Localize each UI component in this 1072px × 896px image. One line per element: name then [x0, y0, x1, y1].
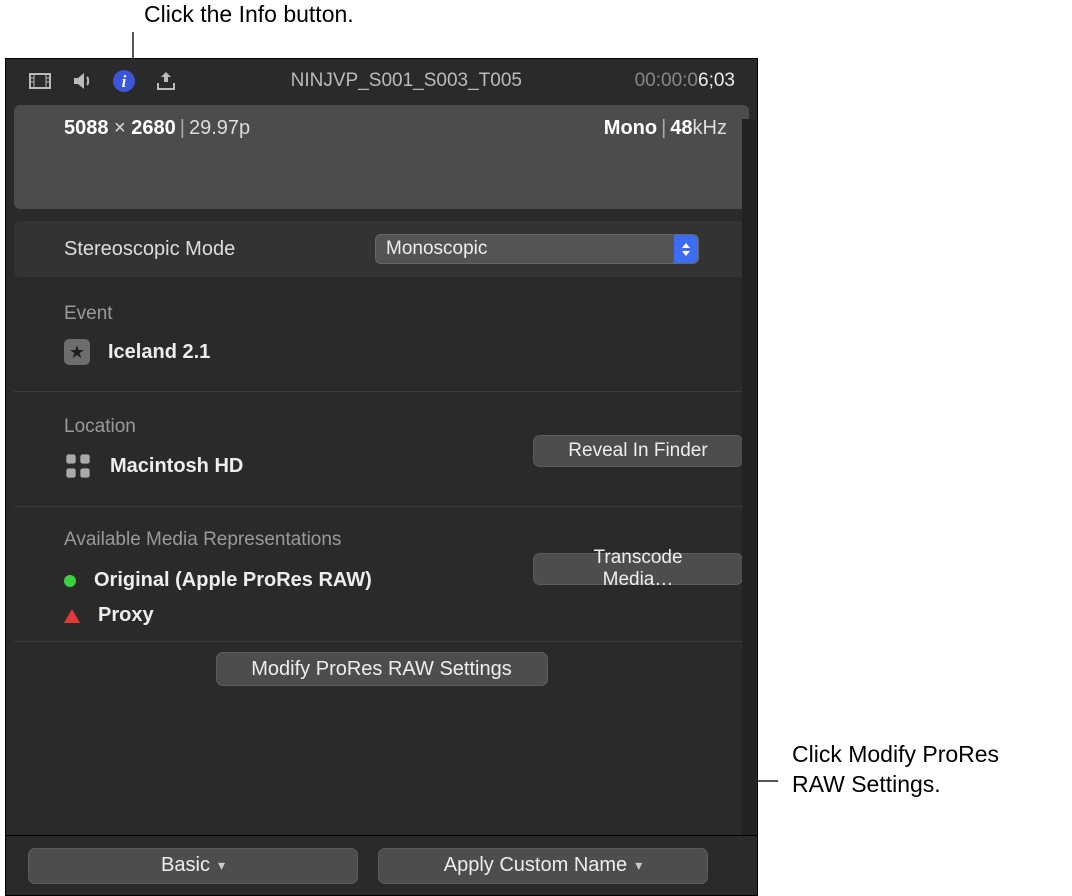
media-section: Available Media Representations Original…: [6, 507, 757, 627]
star-icon: ★: [64, 339, 90, 365]
share-icon[interactable]: [154, 69, 178, 93]
event-section: Event ★ Iceland 2.1: [6, 277, 757, 391]
speaker-icon[interactable]: [70, 69, 94, 93]
location-section: Location Macintosh HD Reveal In Finder: [6, 392, 757, 506]
reveal-in-finder-button[interactable]: Reveal In Finder: [533, 435, 743, 467]
media-original-label: Original (Apple ProRes RAW): [94, 569, 372, 592]
media-proxy-label: Proxy: [98, 604, 154, 627]
drive-icon: [64, 452, 92, 480]
inspector-panel: i NINJVP_S001_S003_T005 00:00:06;03 5088…: [5, 58, 758, 896]
callout-modify: Click Modify ProRes RAW Settings.: [792, 740, 1052, 800]
scrollbar[interactable]: [742, 119, 756, 835]
stereoscopic-label: Stereoscopic Mode: [64, 238, 375, 261]
event-label: Event: [64, 303, 699, 325]
metadata-view-label: Basic: [161, 854, 210, 877]
svg-text:i: i: [122, 72, 127, 91]
status-dot-green-icon: [64, 575, 76, 587]
chevron-updown-icon: [674, 235, 698, 263]
clip-summary: 5088 × 2680|29.97p Mono|48kHz: [14, 105, 749, 209]
inspector-toolbar: i NINJVP_S001_S003_T005 00:00:06;03: [6, 59, 757, 103]
timecode-bright: 6;03: [698, 70, 735, 91]
clip-dimensions: 5088 × 2680|29.97p: [64, 117, 250, 209]
filmstrip-icon[interactable]: [28, 69, 52, 93]
clip-audio: Mono|48kHz: [604, 117, 727, 209]
status-triangle-red-icon: [64, 609, 80, 623]
clip-name: NINJVP_S001_S003_T005: [291, 70, 522, 92]
stereoscopic-value: Monoscopic: [386, 238, 487, 260]
modify-prores-raw-button[interactable]: Modify ProRes RAW Settings: [216, 652, 548, 686]
stereoscopic-row: Stereoscopic Mode Monoscopic: [14, 221, 749, 277]
media-proxy-row: Proxy: [64, 604, 699, 627]
metadata-view-select[interactable]: Basic ▾: [28, 848, 358, 884]
stereoscopic-select[interactable]: Monoscopic: [375, 234, 699, 264]
bottom-bar: Basic ▾ Apply Custom Name ▾: [6, 835, 757, 895]
chevron-down-icon: ▾: [635, 857, 642, 874]
transcode-media-button[interactable]: Transcode Media…: [533, 553, 743, 585]
callout-info: Click the Info button.: [144, 0, 354, 30]
location-name: Macintosh HD: [110, 455, 243, 478]
apply-custom-name-select[interactable]: Apply Custom Name ▾: [378, 848, 708, 884]
timecode: 00:00:06;03: [635, 70, 735, 92]
info-icon[interactable]: i: [112, 69, 136, 93]
chevron-down-icon: ▾: [218, 857, 225, 874]
apply-custom-name-label: Apply Custom Name: [444, 854, 627, 877]
event-name: Iceland 2.1: [108, 341, 210, 364]
timecode-dim: 00:00:0: [635, 70, 698, 91]
